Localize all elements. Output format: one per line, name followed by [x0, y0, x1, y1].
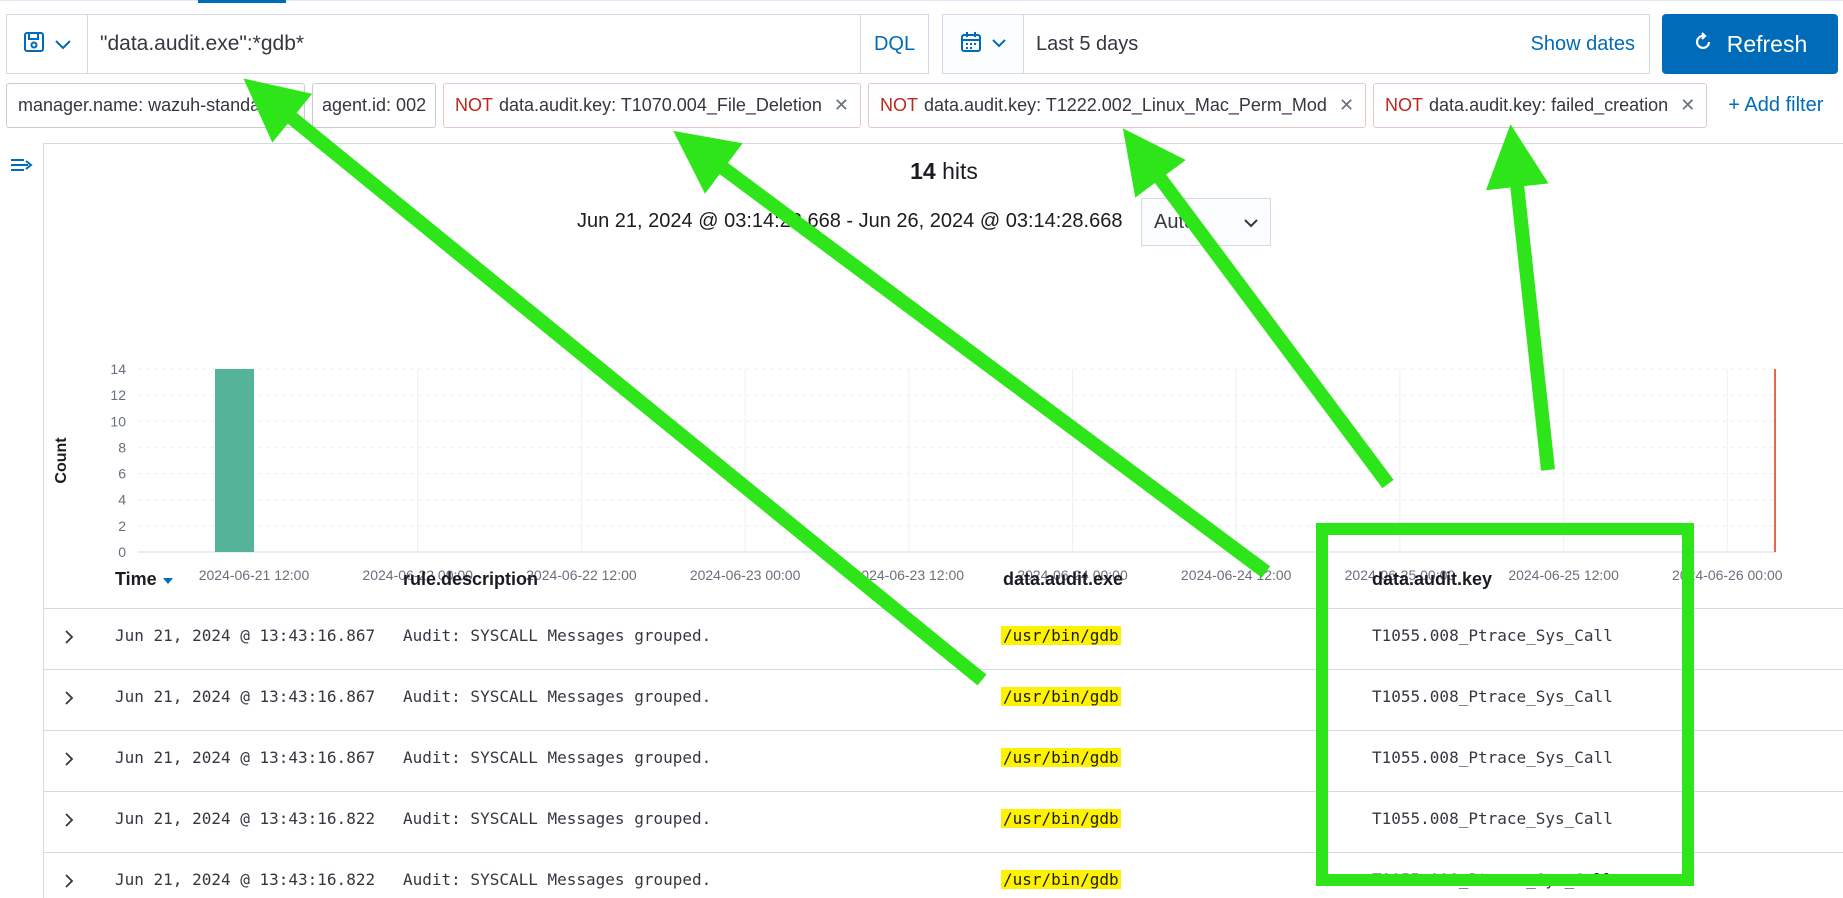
- cell-rule-description: Audit: SYSCALL Messages grouped.: [403, 809, 712, 828]
- cell-data-audit-exe: /usr/bin/gdb: [1001, 809, 1121, 828]
- cell-data-audit-exe: /usr/bin/gdb: [1001, 748, 1121, 767]
- calendar-icon: [960, 31, 982, 58]
- filter-pill-not-file-deletion[interactable]: NOT data.audit.key: T1070.004_File_Delet…: [443, 83, 861, 128]
- y-tick-label: 2: [118, 518, 126, 534]
- interval-value: Auto: [1154, 210, 1196, 233]
- close-icon[interactable]: ✕: [1339, 95, 1354, 116]
- y-tick-label: 14: [110, 361, 126, 377]
- filter-not-label: NOT: [1385, 95, 1424, 115]
- cell-time: Jun 21, 2024 @ 13:43:16.822: [115, 870, 376, 889]
- cell-data-audit-exe: /usr/bin/gdb: [1001, 870, 1121, 889]
- filter-label: data.audit.key: T1070.004_File_Deletion: [499, 95, 822, 115]
- cell-rule-description: Audit: SYSCALL Messages grouped.: [403, 748, 712, 767]
- filter-label: manager.name: wazuh-standalo: [18, 95, 275, 115]
- filter-bar: manager.name: wazuh-standalo agent.id: 0…: [6, 83, 1823, 128]
- interval-select[interactable]: Auto: [1141, 198, 1271, 246]
- sidebar-toggle-icon[interactable]: [10, 156, 34, 178]
- add-filter-button[interactable]: + Add filter: [1728, 94, 1823, 117]
- y-tick-label: 8: [118, 439, 126, 455]
- annotation-highlight-box: [1316, 523, 1694, 886]
- save-icon: [23, 31, 45, 57]
- active-tab-indicator: [198, 0, 286, 3]
- column-header-time[interactable]: Time: [115, 569, 174, 590]
- date-range-text[interactable]: Last 5 days: [1024, 33, 1530, 56]
- hits-number: 14: [910, 158, 936, 184]
- y-tick-label: 6: [118, 466, 126, 482]
- chevron-right-icon[interactable]: [64, 751, 74, 772]
- time-range-label: Jun 21, 2024 @ 03:14:28.668 - Jun 26, 20…: [577, 210, 1123, 232]
- close-icon[interactable]: ✕: [834, 95, 849, 116]
- refresh-label: Refresh: [1726, 30, 1808, 57]
- filter-label: agent.id: 002: [322, 95, 427, 115]
- filter-not-label: NOT: [455, 95, 493, 115]
- filter-label: data.audit.key: T1222.002_Linux_Mac_Perm…: [924, 95, 1327, 115]
- filter-label: data.audit.key: failed_creation: [1429, 95, 1669, 115]
- chevron-right-icon[interactable]: [64, 690, 74, 711]
- date-picker: Last 5 days Show dates: [942, 14, 1650, 74]
- refresh-button[interactable]: Refresh: [1662, 14, 1838, 74]
- refresh-icon: [1693, 31, 1713, 58]
- chevron-down-icon: [1244, 211, 1258, 234]
- histogram-bar: [215, 369, 254, 552]
- cell-time: Jun 21, 2024 @ 13:43:16.867: [115, 626, 376, 645]
- cell-time: Jun 21, 2024 @ 13:43:16.867: [115, 748, 376, 767]
- filter-pill-agent-id[interactable]: agent.id: 002: [312, 83, 436, 128]
- chevron-down-icon: [55, 35, 71, 54]
- cell-time: Jun 21, 2024 @ 13:43:16.867: [115, 687, 376, 706]
- chevron-right-icon[interactable]: [64, 873, 74, 894]
- filter-not-label: NOT: [880, 95, 918, 115]
- cell-data-audit-exe: /usr/bin/gdb: [1001, 687, 1121, 706]
- cell-rule-description: Audit: SYSCALL Messages grouped.: [403, 687, 712, 706]
- hits-label: hits: [942, 158, 978, 184]
- show-dates-link[interactable]: Show dates: [1530, 33, 1649, 56]
- cell-time: Jun 21, 2024 @ 13:43:16.822: [115, 809, 376, 828]
- cell-data-audit-exe: /usr/bin/gdb: [1001, 626, 1121, 645]
- y-tick-label: 4: [118, 492, 126, 508]
- column-label: Time: [115, 569, 157, 589]
- filter-pill-not-failed-creation[interactable]: NOT data.audit.key: failed_creation ✕: [1373, 83, 1708, 128]
- column-header-data-audit-exe[interactable]: data.audit.exe: [1003, 569, 1123, 590]
- close-icon[interactable]: ✕: [1680, 95, 1695, 116]
- column-header-rule-description[interactable]: rule.description: [403, 569, 538, 590]
- cell-rule-description: Audit: SYSCALL Messages grouped.: [403, 626, 712, 645]
- cell-rule-description: Audit: SYSCALL Messages grouped.: [403, 870, 712, 889]
- y-tick-label: 12: [110, 387, 126, 403]
- filter-pill-not-perm-mod[interactable]: NOT data.audit.key: T1222.002_Linux_Mac_…: [868, 83, 1367, 128]
- y-axis-label: Count: [53, 437, 70, 484]
- query-input[interactable]: "data.audit.exe":*gdb*: [88, 15, 860, 73]
- sort-desc-icon: [162, 569, 174, 589]
- chevron-down-icon: [992, 35, 1006, 53]
- hits-count: 14 hits: [44, 158, 1843, 185]
- saved-query-menu-button[interactable]: [7, 15, 88, 73]
- chevron-right-icon[interactable]: [64, 812, 74, 833]
- query-language-button[interactable]: DQL: [860, 15, 928, 73]
- query-bar: "data.audit.exe":*gdb* DQL: [6, 14, 929, 74]
- y-tick-label: 10: [110, 413, 126, 429]
- filter-pill-manager-name[interactable]: manager.name: wazuh-standalo: [6, 83, 305, 128]
- quick-date-menu-button[interactable]: [943, 15, 1024, 73]
- chevron-right-icon[interactable]: [64, 629, 74, 650]
